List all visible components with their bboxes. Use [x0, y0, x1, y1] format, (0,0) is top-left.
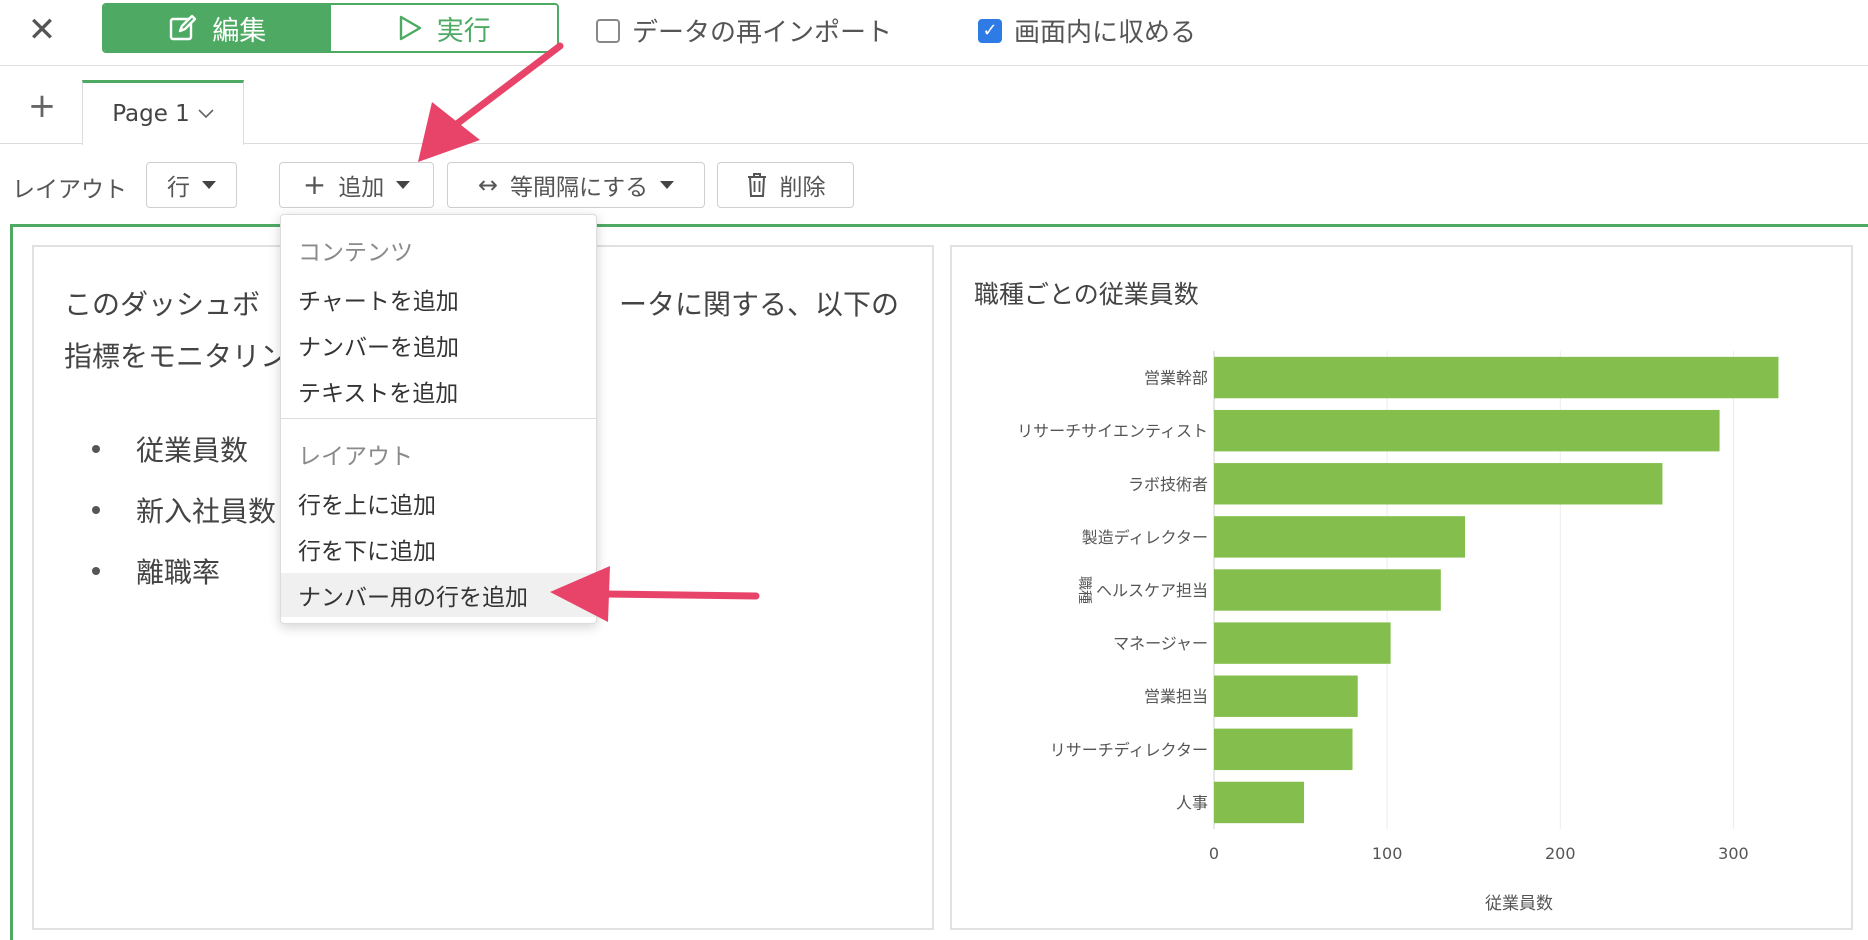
equal-spacing-dropdown[interactable]: ↔ 等間隔にする — [447, 162, 705, 208]
add-page-button[interactable]: + — [22, 86, 62, 126]
x-tick-label: 100 — [1372, 844, 1403, 863]
menu-divider — [281, 418, 596, 419]
run-mode-button[interactable]: 実行 — [330, 5, 557, 51]
bar — [1214, 463, 1663, 505]
bar-chart: 0 100 200 300 営業幹部リサーチサイエンティストラボ技術者製造ディレクターヘ… — [1017, 351, 1779, 914]
edit-mode-label: 編集 — [212, 15, 267, 47]
delete-button[interactable]: 削除 — [717, 162, 854, 208]
bar — [1214, 622, 1391, 664]
equal-spacing-label: 等間隔にする — [509, 175, 649, 201]
y-tick-label: マネージャー — [1113, 634, 1208, 653]
close-icon[interactable]: ✕ — [22, 10, 62, 50]
tab-page-label: Page 1 — [112, 101, 190, 127]
bar — [1214, 516, 1466, 558]
bar — [1214, 781, 1305, 824]
menu-section-layout: レイアウト — [298, 444, 413, 470]
menu-item-add-number[interactable]: ナンバーを追加 — [281, 323, 596, 367]
menu-item-add-row-above[interactable]: 行を上に追加 — [281, 481, 596, 525]
x-tick-label: 200 — [1545, 844, 1576, 863]
y-tick-label: リサーチディレクター — [1050, 740, 1208, 759]
page-tab-bar: + Page 1 — [0, 66, 1868, 145]
list-item: 離職率 — [92, 540, 276, 601]
list-item: 従業員数 — [92, 418, 276, 479]
bar — [1214, 675, 1358, 717]
x-tick-label: 0 — [1209, 844, 1219, 863]
plus-icon: + — [302, 168, 327, 201]
reimport-label: データの再インポート — [632, 18, 893, 48]
bar — [1214, 569, 1441, 611]
y-tick-label: 営業幹部 — [1144, 369, 1208, 388]
intro-text-right: ータに関する、以下の — [618, 288, 899, 321]
layout-label: レイアウト — [12, 177, 127, 203]
menu-item-add-text[interactable]: テキストを追加 — [281, 369, 596, 413]
add-label: 追加 — [338, 175, 385, 201]
mode-toggle: 編集 実行 — [102, 3, 559, 53]
menu-section-contents: コンテンツ — [298, 240, 413, 266]
fit-to-screen-option[interactable]: ✓ 画面内に収める — [978, 12, 1196, 49]
row-type-dropdown[interactable]: 行 — [146, 162, 237, 208]
bullet-icon — [92, 444, 100, 453]
x-tick-label: 300 — [1718, 844, 1749, 863]
y-tick-label: 人事 — [1176, 793, 1208, 812]
y-tick-label: 製造ディレクター — [1082, 528, 1208, 547]
intro-text-left: このダッシュボ — [64, 288, 261, 321]
reimport-checkbox[interactable] — [596, 18, 620, 43]
chevron-down-icon — [198, 109, 214, 119]
pencil-square-icon — [170, 14, 197, 41]
y-tick-label: 営業担当 — [1144, 687, 1208, 706]
caret-down-icon — [396, 181, 411, 189]
chart-panel[interactable]: 職種ごとの従業員数 0 100 200 300 営業幹部 リサーチサイエンティスト ラボ技術… — [950, 245, 1853, 930]
reimport-data-option[interactable]: データの再インポート — [596, 12, 892, 49]
bullet-icon — [92, 566, 100, 575]
menu-item-add-row-below[interactable]: 行を下に追加 — [281, 527, 596, 571]
trash-icon — [747, 173, 766, 197]
tab-page-1[interactable]: Page 1 — [82, 80, 244, 145]
metric-list: 従業員数 新入社員数 離職率 — [92, 418, 276, 601]
caret-down-icon — [660, 181, 675, 189]
horizontal-arrows-icon: ↔ — [477, 171, 498, 199]
bullet-icon — [92, 505, 100, 514]
delete-label: 削除 — [779, 175, 826, 201]
edit-mode-button[interactable]: 編集 — [104, 5, 331, 51]
row-type-label: 行 — [167, 175, 190, 201]
bar — [1214, 356, 1779, 399]
bar — [1214, 409, 1720, 452]
y-tick-label: リサーチサイエンティスト — [1017, 422, 1208, 441]
list-item: 新入社員数 — [92, 479, 276, 540]
run-mode-label: 実行 — [436, 15, 491, 47]
x-axis-title: 従業員数 — [1485, 894, 1553, 914]
fit-to-screen-label: 画面内に収める — [1014, 18, 1197, 48]
caret-down-icon — [202, 181, 216, 189]
add-dropdown-menu: コンテンツ チャートを追加 ナンバーを追加 テキストを追加 レイアウト 行を上に… — [280, 214, 597, 624]
add-dropdown-button[interactable]: + 追加 — [279, 162, 434, 208]
fit-to-screen-checkbox[interactable]: ✓ — [978, 18, 1002, 43]
y-tick-label: ラボ技術者 — [1128, 475, 1208, 494]
menu-item-add-number-row[interactable]: ナンバー用の行を追加 — [281, 573, 596, 617]
bar — [1214, 728, 1353, 771]
y-axis-title: 職種 — [1076, 576, 1092, 604]
menu-item-add-chart[interactable]: チャートを追加 — [281, 277, 596, 321]
play-icon — [399, 15, 421, 41]
y-tick-label: ヘルスケア担当 — [1096, 581, 1208, 600]
top-bar: ✕ 編集 実行 データの再インポート ✓ 画面内に収める — [0, 0, 1868, 66]
